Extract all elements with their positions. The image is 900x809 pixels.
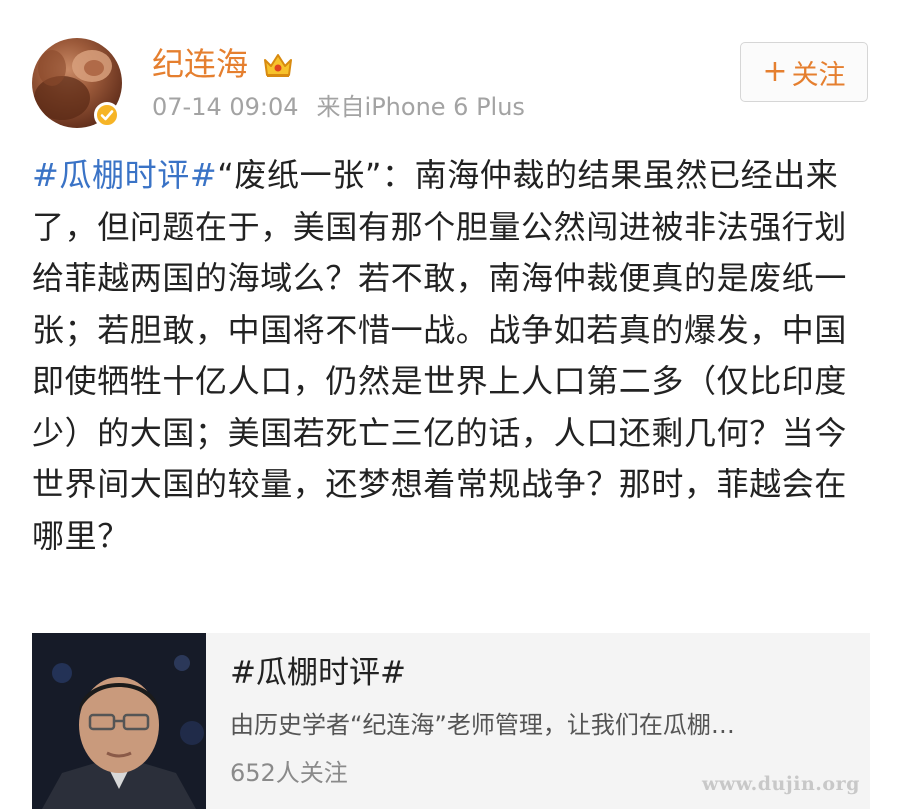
follow-button-label: 关注 <box>791 59 846 91</box>
author-name[interactable]: 纪连海 <box>152 44 248 84</box>
crown-icon <box>264 54 292 77</box>
post-text-content: “废纸一张”：南海仲裁的结果虽然已经出来了，但问题在于，美国有那个胆量公然闯进被… <box>32 156 848 555</box>
post-text: #瓜棚时评#“废纸一张”：南海仲裁的结果虽然已经出来了，但问题在于，美国有那个胆… <box>32 150 872 562</box>
post-header: 纪连海 07-14 09:04 来自iPhone 6 Plus + 关注 <box>0 0 900 140</box>
post-time: 07-14 09:04 <box>152 93 299 121</box>
watermark: www.dujin.org <box>702 773 860 795</box>
post-hashtag-link[interactable]: #瓜棚时评# <box>32 156 217 194</box>
author-avatar-wrap[interactable] <box>32 38 122 128</box>
topic-card-description: 由历史学者“纪连海”老师管理，让我们在瓜棚… <box>230 711 735 739</box>
topic-card-thumbnail <box>32 633 206 809</box>
topic-card-title: #瓜棚时评# <box>230 655 406 691</box>
post-source: 来自iPhone 6 Plus <box>316 93 525 121</box>
plus-icon: + <box>762 54 788 89</box>
verified-check-icon <box>100 110 114 121</box>
verified-badge <box>94 102 120 128</box>
follow-button[interactable]: + 关注 <box>740 42 868 102</box>
topic-card-followers: 652人关注 <box>230 759 348 787</box>
post-meta: 07-14 09:04 来自iPhone 6 Plus <box>152 92 525 122</box>
